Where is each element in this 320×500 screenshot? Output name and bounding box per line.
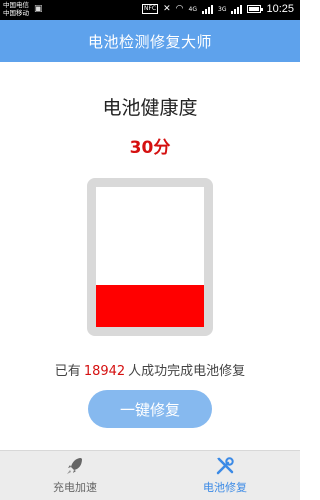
tab-battery-repair[interactable]: 电池修复 [150,451,300,500]
nfc-icon: NFC [141,4,159,14]
rocket-icon [66,456,84,476]
stats-prefix: 已有 [54,364,81,379]
carrier-labels: 中国电信 中国移动 [3,1,29,17]
battery-graphic [87,178,213,336]
status-icons: NFC ✕ ◠ 4G 3G 10:25 [141,3,294,15]
signal-1-icon [202,4,213,14]
carrier-2: 中国移动 [3,9,29,17]
network-1-label: 4G [188,5,197,13]
carrier-1: 中国电信 [3,1,29,9]
wifi-icon: ◠ [175,4,184,14]
tab-charge-boost[interactable]: 充电加速 [0,451,150,500]
status-bar: 中国电信 中国移动 ▣ NFC ✕ ◠ 4G 3G 10:25 [0,0,300,20]
repair-stats: 已有 18942 人成功完成电池修复 [0,360,300,379]
silent-icon: ✕ [163,4,171,14]
app-title: 电池检测修复大师 [87,32,212,51]
clock: 10:25 [266,3,294,15]
signal-2-icon [231,4,243,14]
health-score: 30分 [129,138,171,158]
wrench-screwdriver-icon [215,456,235,476]
battery-status-icon [247,5,264,13]
app-bar: 电池检测修复大师 [0,20,300,62]
stats-count: 18942 [83,364,126,379]
notification-icon: ▣ [34,4,43,14]
bottom-nav: 充电加速 电池修复 [0,450,300,500]
battery-health-heading: 电池健康度 [102,97,198,119]
stats-suffix: 人成功完成电池修复 [128,364,246,379]
network-2-label: 3G [218,5,227,13]
tab-battery-repair-label: 电池修复 [203,481,247,494]
tab-charge-boost-label: 充电加速 [53,481,97,494]
one-click-repair-button[interactable]: 一键修复 [88,390,212,428]
battery-level-fill [96,285,204,327]
